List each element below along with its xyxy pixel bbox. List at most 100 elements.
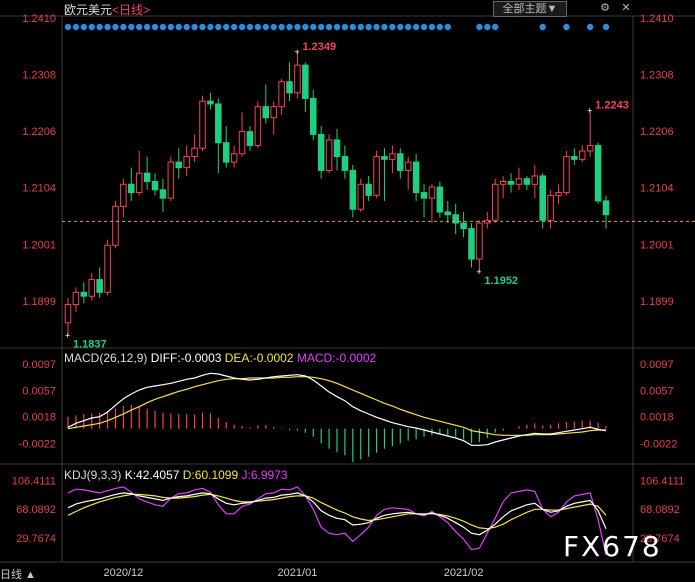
settings-icon[interactable]: ⚙: [597, 1, 613, 15]
x-axis-label: 2021/02: [444, 567, 484, 579]
event-dot: [317, 23, 325, 31]
event-dot: [104, 23, 111, 31]
event-dot: [325, 23, 333, 31]
price-tick-left: 1.2001: [22, 240, 56, 252]
event-dot: [183, 23, 190, 31]
kdj-tick-right: 106.4111: [640, 476, 684, 488]
event-dot: [215, 23, 222, 31]
price-tick-right: 1.1899: [640, 296, 674, 308]
event-dot: [207, 23, 214, 31]
candle-body: [183, 156, 190, 169]
kdj-j-line: [67, 486, 607, 555]
candle-body: [602, 200, 610, 216]
x-axis-label: 2021/01: [278, 567, 318, 579]
candle-body: [120, 183, 127, 207]
candle-body: [381, 156, 388, 160]
event-dot: [365, 23, 372, 31]
candle-body: [499, 181, 507, 185]
candle-body: [222, 142, 230, 163]
candle-body: [112, 205, 119, 246]
close-icon[interactable]: ✕: [618, 1, 634, 15]
kdj-k-label: K:42.4057: [124, 468, 180, 482]
theme-select-button[interactable]: 全部主题▼: [493, 1, 567, 17]
kdj-panel: [67, 486, 607, 555]
candle-body: [594, 144, 602, 202]
candle-body: [563, 156, 570, 194]
candle-body: [476, 222, 483, 260]
macd-tick-left: 0.0018: [22, 412, 56, 424]
event-dot: [88, 23, 95, 31]
annotation-label: 1.1952: [484, 275, 518, 287]
event-dot: [80, 23, 88, 31]
candle-body: [302, 64, 309, 99]
event-dot: [333, 23, 341, 31]
price-header: 欧元美元<日线>: [64, 1, 150, 18]
event-dot: [112, 23, 119, 31]
candle-body: [96, 279, 103, 293]
candle-body: [238, 131, 246, 155]
price-tick-right: 1.2104: [640, 183, 674, 195]
candle-body: [389, 153, 396, 160]
candle-body: [72, 291, 80, 306]
event-dot: [357, 23, 364, 31]
candle-body: [262, 106, 270, 119]
event-dot: [405, 23, 412, 31]
kdj-tick-right: 68.0892: [640, 504, 680, 516]
candle-body: [547, 194, 554, 221]
candle-body: [365, 183, 372, 196]
period-indicator-text: 日线: [0, 569, 22, 581]
candle-body: [207, 100, 214, 105]
candle-body: [420, 192, 428, 199]
candle-body: [278, 81, 285, 108]
kdj-k-line: [67, 492, 607, 536]
kdj-tick-left: 29.7674: [16, 533, 56, 545]
kdj-tick-left: 68.0892: [16, 504, 56, 516]
candle-body: [199, 100, 206, 149]
event-dot: [159, 23, 167, 31]
candle-body: [88, 279, 96, 297]
candlestick-series: [62, 51, 695, 336]
event-dot: [191, 23, 198, 31]
event-dot: [310, 23, 317, 31]
event-dot: [484, 23, 491, 31]
price-tick-left: 1.1899: [22, 296, 56, 308]
candle-body: [436, 186, 444, 213]
event-dot: [563, 23, 570, 31]
candle-body: [555, 192, 562, 196]
candle-body: [175, 161, 183, 169]
candle-body: [80, 291, 88, 297]
kdj-d-label: D:60.1099: [182, 468, 239, 482]
price-tick-right: 1.2001: [640, 240, 674, 252]
candle-body: [428, 186, 436, 199]
event-dot: [294, 23, 301, 31]
event-dot: [539, 23, 546, 31]
kdj-d-line: [67, 493, 607, 530]
event-dot: [492, 23, 499, 31]
price-tick-left: 1.2308: [22, 70, 56, 82]
event-dot: [136, 23, 143, 31]
event-dot: [199, 23, 206, 31]
event-dot: [602, 23, 610, 31]
event-dot: [286, 23, 293, 31]
candle-body: [397, 153, 404, 171]
macd-dea-label: DEA:-0.0002: [224, 351, 294, 365]
candle-body: [128, 183, 135, 194]
annotation-marker: +: [587, 106, 592, 116]
candle-body: [230, 153, 238, 163]
annotation-label: 1.2243: [595, 100, 629, 112]
price-tick-right: 1.2206: [640, 126, 674, 138]
candle-body: [294, 64, 301, 94]
period-label[interactable]: <日线>: [112, 3, 150, 17]
event-dot: [341, 23, 349, 31]
candle-body: [586, 144, 594, 152]
macd-tick-right: 0.0018: [640, 412, 674, 424]
candle-body: [412, 161, 420, 194]
period-indicator[interactable]: 日线 ▲: [0, 566, 36, 582]
macd-title: MACD(26,12,9): [64, 351, 148, 365]
candle-body: [246, 131, 254, 146]
candle-body: [167, 161, 175, 199]
event-dot: [151, 23, 159, 31]
candle-body: [373, 156, 380, 196]
candle-body: [539, 175, 546, 221]
event-dot: [246, 23, 254, 31]
